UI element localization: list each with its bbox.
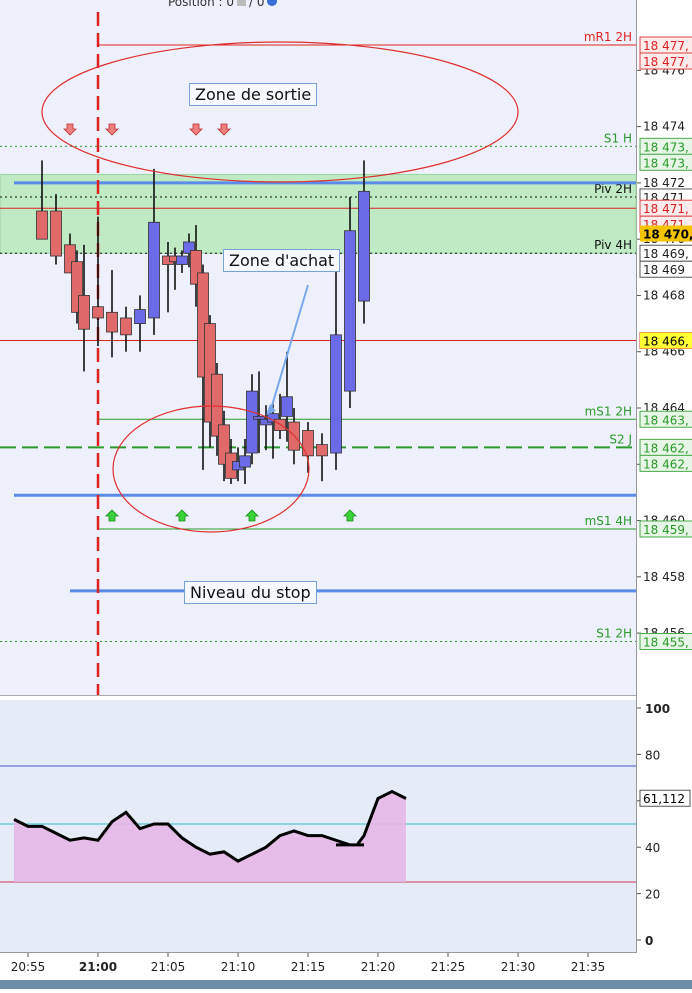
level-price-text: 18 473, [643,140,689,154]
level-price-text-2: 18 477, [643,55,689,69]
time-tick-label: 21:30 [501,960,536,974]
level-price-text: 18 462, [643,441,689,455]
position-text: Position : 0 [168,0,235,9]
bottom-bar [0,980,692,989]
candle-body [78,295,90,330]
time-tick-label: 21:35 [571,960,606,974]
level-price-text-2: 18 473, [643,156,689,170]
time-tick-label: 21:05 [151,960,186,974]
time-tick-label: 21:25 [431,960,466,974]
level-price-text: 18 463, [643,413,689,427]
candle-body [176,255,188,265]
level-label: mR1 2H [584,30,632,44]
level-price-text-2: 18 462, [643,457,689,471]
candle-body [50,210,62,257]
candle-body [281,396,293,417]
position-tail: / 0 [249,0,265,9]
candle-body [246,390,258,454]
candle-body [316,444,328,457]
level-price-text: 18 455, [643,636,689,650]
rsi-panel-bg [0,700,636,953]
level-price-text-2: 18 469 [643,263,685,277]
level-price-text: 18 471, [643,202,689,216]
level-price-text: 18 477, [643,39,689,53]
level-label: mS1 2H [585,404,632,418]
stop-level-label: Niveau du stop [184,581,317,604]
candle-body [253,416,265,420]
rsi-tick-label: 40 [645,841,660,855]
price-tick-label: 18 458 [643,570,685,584]
candle-body [239,455,251,468]
rsi-tick-label: 20 [645,888,660,902]
time-tick-label: 21:15 [291,960,326,974]
time-tick-label: 21:00 [79,960,117,974]
rsi-tick-label: 0 [645,934,653,948]
candle-body [358,190,370,302]
candle-body [302,430,314,457]
candle-body [148,221,160,319]
level-price-text: 18 459, [643,523,689,537]
buy-zone-label: Zone d'achat [223,249,341,272]
highlight-tag-text: 18 466, [643,334,689,348]
price-tick-label: 18 472 [643,176,685,190]
level-label: S2 J [609,432,632,446]
candle-body [330,334,342,454]
candle-body [134,309,146,324]
candle-body [120,317,132,336]
buy-zone-band [0,173,637,254]
current-price-text: 18 470, [643,228,692,242]
position-readout: Position : 0 / 0 [168,0,277,9]
position-icon[interactable] [237,0,247,6]
price-tick-label: 18 468 [643,288,685,302]
candle-body [92,306,104,319]
rsi-tick-label: 100 [645,702,670,716]
chart-root: 18 47618 47418 47218 47018 46818 46618 4… [0,0,692,989]
exit-zone-label: Zone de sortie [189,83,318,106]
level-label: S1 2H [596,627,632,641]
settings-icon[interactable] [266,0,277,6]
price-tick-label: 18 474 [643,120,685,134]
level-price-text: 18 469, [643,247,689,261]
rsi-tick-label: 80 [645,748,660,762]
level-label: mS1 4H [585,514,632,528]
level-label: Piv 4H [594,238,632,252]
candle-body [106,311,118,333]
level-label: S1 H [604,131,632,145]
candle-body [36,210,48,240]
time-tick-label: 20:55 [11,960,46,974]
trading-chart: 18 47618 47418 47218 47018 46818 46618 4… [0,0,692,989]
rsi-value-text: 61,112 [643,792,685,806]
candle-body [344,230,356,392]
time-tick-label: 21:20 [361,960,396,974]
time-tick-label: 21:10 [221,960,256,974]
